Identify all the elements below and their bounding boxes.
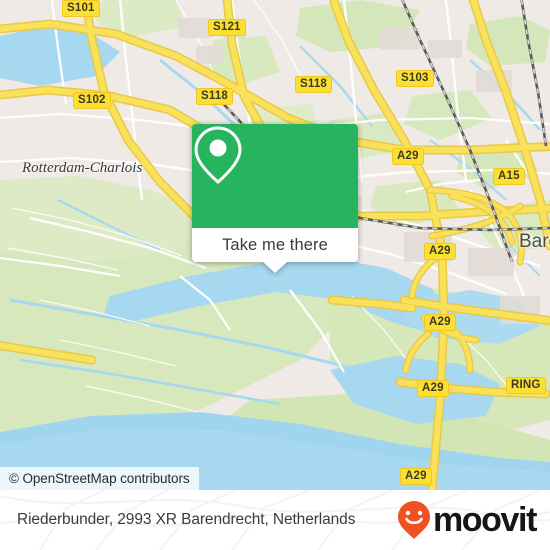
address-text: Riederbunder, 2993 XR Barendrecht, Nethe…	[17, 511, 356, 528]
road-shield: S103	[396, 70, 434, 88]
popup-pointer	[263, 262, 287, 273]
road-shield: A29	[392, 148, 424, 166]
road-shield: S102	[73, 92, 111, 110]
map-pin-icon	[194, 126, 242, 184]
take-me-there-label: Take me there	[222, 235, 328, 254]
road-shield: S101	[62, 0, 100, 18]
location-popup[interactable]: Take me there	[192, 124, 358, 273]
map-screenshot: Rotterdam-Charlois Bare S101 S121 S118 S…	[0, 0, 550, 550]
footer-bar: Riederbunder, 2993 XR Barendrecht, Nethe…	[0, 490, 550, 550]
road-shield: S118	[196, 88, 234, 106]
popup-header	[192, 124, 358, 228]
moovit-logo[interactable]: moovit	[397, 500, 537, 540]
road-shield: A29	[417, 380, 449, 398]
road-shield: RING	[506, 377, 546, 395]
city-label: Bare	[519, 231, 550, 252]
road-shield: A29	[424, 243, 456, 261]
popup-action[interactable]: Take me there	[192, 228, 358, 262]
road-shield: A29	[424, 314, 456, 332]
road-shield: S121	[208, 19, 246, 37]
map-canvas[interactable]: Rotterdam-Charlois Bare S101 S121 S118 S…	[0, 0, 550, 490]
road-shield: S118	[295, 76, 333, 94]
place-label: Rotterdam-Charlois	[22, 160, 143, 176]
road-shield: A15	[493, 168, 525, 186]
road-shield: A29	[400, 468, 432, 486]
moovit-pin-icon	[397, 501, 430, 539]
osm-attribution[interactable]: © OpenStreetMap contributors	[0, 467, 199, 490]
moovit-wordmark: moovit	[432, 501, 537, 539]
